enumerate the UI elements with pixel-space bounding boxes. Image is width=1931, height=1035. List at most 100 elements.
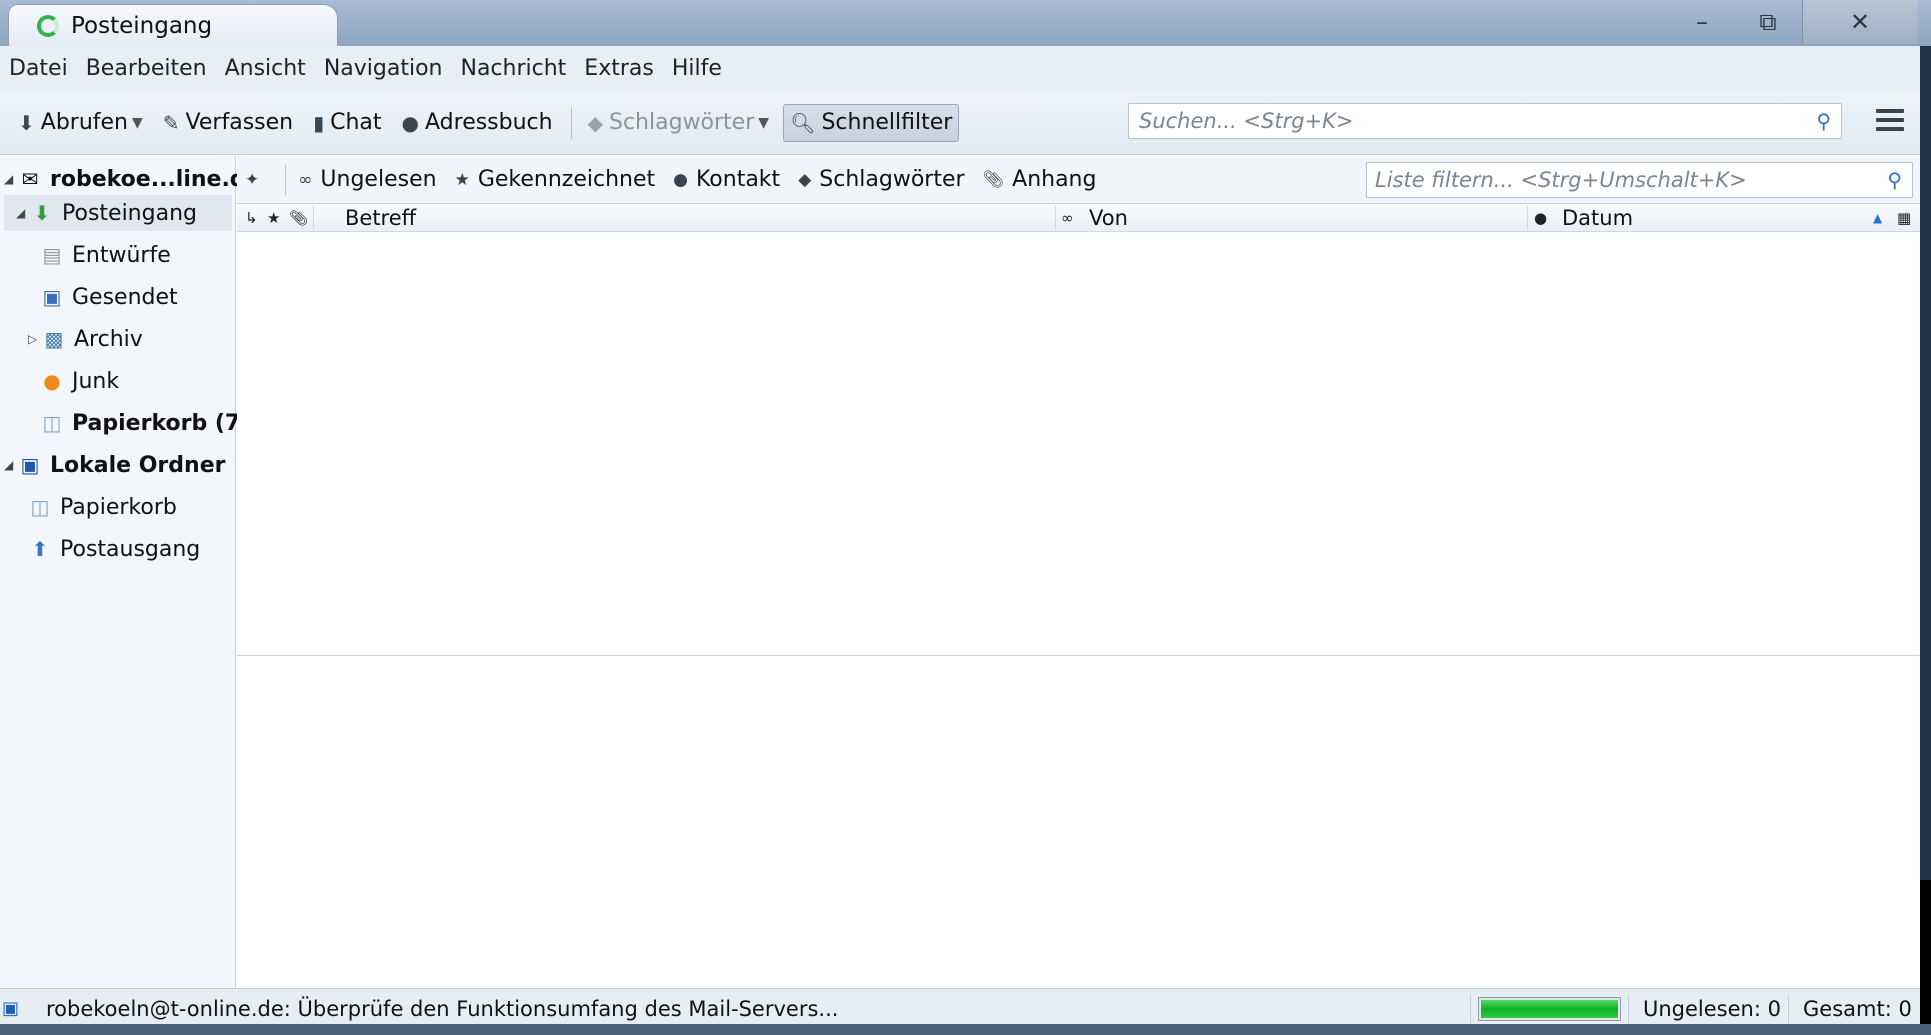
person-icon: ● (673, 169, 688, 190)
app-menu-button[interactable] (1876, 109, 1904, 131)
folder-local-folders[interactable]: ◢ ▣ Lokale Ordner (4, 447, 225, 483)
tab-posteingang[interactable]: Posteingang (8, 4, 338, 46)
junk-column-icon[interactable]: ● (1534, 204, 1547, 232)
menu-extras[interactable]: Extras (584, 56, 654, 81)
quick-filter-button[interactable]: 🔍︎ Schnellfilter (783, 103, 960, 142)
menu-datei[interactable]: Datei (9, 56, 68, 81)
filter-tags-label: Schlagwörter (819, 167, 965, 192)
search-icon: ⚲ (1887, 168, 1902, 192)
desktop-edge (1920, 880, 1931, 1024)
online-status-icon[interactable]: ▣ (2, 998, 28, 1019)
collapse-icon[interactable]: ◢ (16, 206, 30, 220)
status-separator (1628, 995, 1629, 1023)
search-input[interactable]: Suchen... <Strg+K> ⚲ (1128, 103, 1842, 139)
close-icon: ✕ (1849, 8, 1871, 36)
account-icon: ✉ (21, 167, 39, 191)
column-separator (1055, 206, 1056, 230)
filter-starred-label: Gekennzeichnet (477, 167, 656, 192)
trash-label: Papierkorb (7) (72, 410, 251, 436)
download-icon: ⬇ (18, 110, 35, 135)
menu-bearbeiten[interactable]: Bearbeiten (86, 56, 207, 81)
filter-contact-button[interactable]: ● Kontakt (673, 167, 780, 192)
filter-placeholder: Liste filtern... <Strg+Umschalt+K> (1375, 168, 1747, 192)
column-picker-icon[interactable]: ▦ (1897, 204, 1911, 232)
expand-icon[interactable]: ▷ (28, 332, 42, 346)
menu-ansicht[interactable]: Ansicht (225, 56, 306, 81)
account-label: robekoe...line.de (50, 166, 261, 192)
folder-sent[interactable]: ▣ Gesendet (40, 279, 178, 315)
address-book-label: Adressbuch (425, 110, 553, 135)
close-button[interactable]: ✕ (1802, 0, 1917, 44)
column-subject[interactable]: Betreff (345, 204, 416, 232)
folder-drafts[interactable]: ▤ Entwürfe (40, 237, 171, 273)
folder-trash[interactable]: ◫ Papierkorb (7) (40, 405, 251, 441)
pencil-icon: ✎ (162, 110, 180, 135)
sticky-filter-button[interactable]: ✦ (245, 170, 267, 190)
person-icon: ● (401, 110, 419, 135)
menu-navigation[interactable]: Navigation (324, 56, 443, 81)
trash-icon: ◫ (30, 495, 50, 519)
inbox-icon: ⬇ (33, 201, 51, 225)
folder-local-trash[interactable]: ◫ Papierkorb (28, 489, 177, 525)
pin-icon: ✦ (245, 169, 260, 190)
folder-junk[interactable]: ● Junk (40, 363, 119, 399)
sent-icon: ▣ (42, 285, 62, 309)
menu-hilfe[interactable]: Hilfe (672, 56, 722, 81)
tag-icon: ◆ (798, 169, 812, 190)
tags-button[interactable]: ◆ Schlagwörter ▼ (582, 104, 775, 142)
collapse-icon[interactable]: ◢ (4, 172, 18, 186)
unread-count: Ungelesen: 0 (1643, 997, 1781, 1021)
address-book-button[interactable]: ● Adressbuch (396, 104, 559, 142)
thread-column-header: ↳ ★ 📎︎ Betreff ∞ Von ● Datum ▲ ▦ (237, 204, 1920, 232)
minimize-button[interactable]: – (1670, 0, 1734, 44)
thread-column-icon[interactable]: ↳ (245, 204, 258, 232)
attachment-column-icon[interactable]: 📎︎ (289, 204, 308, 232)
inbox-label: Posteingang (62, 200, 197, 226)
filter-starred-button[interactable]: ★ Gekennzeichnet (455, 167, 656, 192)
paperclip-icon: 📎︎ (982, 169, 1005, 190)
flame-icon: ● (43, 369, 61, 393)
column-date[interactable]: Datum (1562, 204, 1633, 232)
loading-spinner-icon (37, 14, 59, 37)
hamburger-icon-bar (1876, 109, 1904, 113)
column-separator (1527, 206, 1528, 230)
drafts-label: Entwürfe (72, 242, 171, 268)
restore-button[interactable]: ⧉ (1736, 0, 1800, 44)
folder-archive[interactable]: ▷ ▩ Archiv (28, 321, 143, 357)
magnifier-icon: 🔍︎ (790, 110, 816, 135)
folder-pane: ◢ ✉ robekoe...line.de ◢ ⬇ Posteingang ▤ … (0, 156, 260, 988)
column-separator (313, 206, 314, 230)
column-from[interactable]: Von (1089, 204, 1128, 232)
folder-outbox[interactable]: ⬆ Postausgang (28, 531, 201, 567)
filter-tags-button[interactable]: ◆ Schlagwörter (798, 167, 964, 192)
compose-button[interactable]: ✎ Verfassen (157, 104, 299, 142)
title-bar: Posteingang – ⧉ ✕ (0, 0, 1931, 46)
hamburger-icon-bar (1876, 118, 1904, 122)
collapse-icon[interactable]: ◢ (4, 458, 18, 472)
menu-nachricht[interactable]: Nachricht (460, 56, 566, 81)
search-icon[interactable]: ⚲ (1816, 109, 1831, 133)
tags-label: Schlagwörter (609, 110, 755, 135)
outbox-label: Postausgang (60, 536, 201, 562)
get-mail-dropdown-icon[interactable]: ▼ (132, 115, 143, 131)
filter-list-input[interactable]: Liste filtern... <Strg+Umschalt+K> ⚲ (1366, 162, 1913, 198)
filter-attachment-label: Anhang (1012, 167, 1097, 192)
folder-account[interactable]: ◢ ✉ robekoe...line.de (4, 161, 260, 197)
read-status-column-icon[interactable]: ∞ (1061, 204, 1074, 232)
message-list[interactable] (237, 232, 1920, 656)
status-separator (1470, 995, 1471, 1023)
taskbar (0, 1024, 1931, 1035)
star-icon: ★ (454, 169, 470, 190)
tags-dropdown-icon: ▼ (758, 114, 770, 131)
star-column-icon[interactable]: ★ (267, 204, 280, 232)
filter-unread-button[interactable]: ∞ Ungelesen (298, 167, 436, 192)
toolbar-separator (570, 106, 572, 139)
folder-inbox[interactable]: ◢ ⬇ Posteingang (4, 195, 232, 231)
filter-attachment-button[interactable]: 📎︎ Anhang (983, 167, 1097, 192)
chat-bubble-icon: ▮ (313, 110, 325, 135)
chat-button[interactable]: ▮ Chat (307, 104, 387, 142)
quick-filter-bar: ✦ ∞ Ungelesen ★ Gekennzeichnet ● Kontakt… (237, 156, 1920, 204)
archive-label: Archiv (74, 326, 143, 352)
archive-icon: ▩ (44, 327, 64, 351)
get-mail-button[interactable]: ⬇ Abrufen ▼ (12, 104, 149, 142)
